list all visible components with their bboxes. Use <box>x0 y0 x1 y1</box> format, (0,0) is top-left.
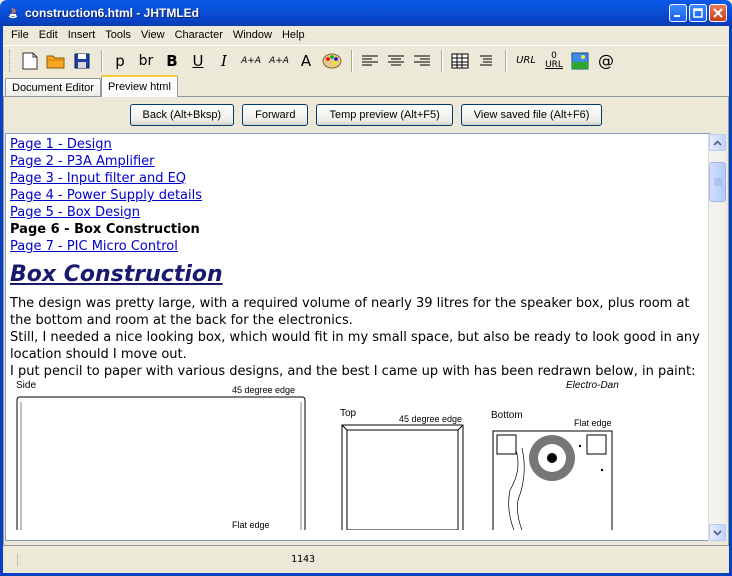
font-smaller-button[interactable]: A+A <box>266 49 292 73</box>
toolbar-grip[interactable] <box>9 49 12 72</box>
page-link-1[interactable]: Page 1 - Design <box>10 136 705 153</box>
bottom-label: Bottom <box>491 410 523 421</box>
menu-view[interactable]: View <box>137 29 171 41</box>
list-icon <box>480 55 492 65</box>
window-title: construction6.html - JHTMLEd <box>25 6 199 20</box>
anchor-bottom-label: URL <box>545 59 563 70</box>
menu-window[interactable]: Window <box>229 29 278 41</box>
insert-image-button[interactable] <box>568 49 592 73</box>
palette-icon <box>322 53 342 68</box>
forward-button[interactable]: Forward <box>242 104 309 126</box>
top-edge-label: 45 degree edge <box>399 414 463 424</box>
top-view-drawing <box>341 424 464 530</box>
line-break-button[interactable]: br <box>134 49 158 73</box>
paragraph: The design was pretty large, with a requ… <box>10 296 690 328</box>
editor-tabs: Document Editor Preview html <box>3 75 729 97</box>
insert-url-button[interactable]: URL <box>512 49 540 73</box>
page-link-5[interactable]: Page 5 - Box Design <box>10 204 705 221</box>
chevron-up-icon <box>713 139 722 146</box>
open-file-button[interactable] <box>44 49 68 73</box>
toolbar-separator <box>505 49 507 72</box>
new-file-icon <box>22 52 38 69</box>
page-link-2[interactable]: Page 2 - P3A Amplifier <box>10 153 705 170</box>
vertical-scrollbar[interactable] <box>708 134 726 541</box>
list-button[interactable] <box>474 49 498 73</box>
bottom-flat-label: Flat edge <box>574 418 612 428</box>
menu-character[interactable]: Character <box>171 29 229 41</box>
grip-icon <box>713 178 722 186</box>
menu-tools[interactable]: Tools <box>101 29 137 41</box>
top-label: Top <box>340 408 357 419</box>
open-folder-icon <box>46 55 65 68</box>
view-saved-file-button[interactable]: View saved file (Alt+F6) <box>460 104 603 126</box>
current-page-label: Page 6 - Box Construction <box>10 222 200 237</box>
html-preview-pane[interactable]: Page 1 - Design Page 2 - P3A Amplifier P… <box>5 133 710 541</box>
side-label: Side <box>16 380 37 391</box>
toolbar-separator <box>101 49 103 72</box>
menu-insert[interactable]: Insert <box>64 29 102 41</box>
back-button[interactable]: Back (Alt+Bksp) <box>129 104 235 126</box>
menu-bar: File Edit Insert Tools View Character Wi… <box>3 26 729 44</box>
cursor-position: 1143 <box>291 554 316 565</box>
side-view-drawing <box>16 396 306 530</box>
box-drawing-image: Side 45 degree edge Electro-Dan Flat edg… <box>10 380 705 530</box>
insert-anchor-button[interactable]: 0 URL <box>542 49 566 73</box>
maximize-button[interactable] <box>689 4 707 22</box>
title-bar[interactable]: construction6.html - JHTMLEd <box>0 0 732 26</box>
paragraph-button[interactable]: p <box>108 49 132 73</box>
tab-preview-html[interactable]: Preview html <box>100 75 178 97</box>
java-app-icon[interactable] <box>6 6 20 20</box>
table-icon <box>451 53 469 68</box>
bold-button[interactable]: B <box>160 49 184 73</box>
chevron-down-icon <box>713 529 722 536</box>
scroll-down-button[interactable] <box>709 524 726 541</box>
page-link-4[interactable]: Page 4 - Power Supply details <box>10 187 705 204</box>
table-button[interactable] <box>448 49 472 73</box>
minimize-button[interactable] <box>669 4 687 22</box>
align-center-button[interactable] <box>384 49 408 73</box>
side-edge-label: 45 degree edge <box>232 385 296 395</box>
menu-edit[interactable]: Edit <box>35 29 64 41</box>
font-button[interactable]: A <box>294 49 318 73</box>
status-bar: 1143 <box>3 546 729 573</box>
side-flat-label: Flat edge <box>232 520 270 530</box>
page-link-7[interactable]: Page 7 - PIC Micro Control <box>10 238 705 255</box>
save-disk-icon <box>74 53 90 68</box>
toolbar-separator <box>351 49 353 72</box>
signature-label: Electro-Dan <box>566 380 619 391</box>
toolbar-separator <box>441 49 443 72</box>
scroll-up-button[interactable] <box>709 134 726 151</box>
page-link-3[interactable]: Page 3 - Input filter and EQ <box>10 170 705 187</box>
italic-button[interactable]: I <box>212 49 236 73</box>
font-bigger-button[interactable]: A+A <box>238 49 264 73</box>
menu-help[interactable]: Help <box>278 29 311 41</box>
insert-email-button[interactable]: @ <box>594 49 618 73</box>
save-file-button[interactable] <box>70 49 94 73</box>
bottom-view-drawing <box>492 430 613 530</box>
paragraph: Still, I needed a nice looking box, whic… <box>10 330 700 362</box>
align-left-button[interactable] <box>358 49 382 73</box>
preview-nav-bar: Back (Alt+Bksp) Forward Temp preview (Al… <box>3 97 729 133</box>
paragraph: I put pencil to paper with various desig… <box>10 364 696 379</box>
menu-file[interactable]: File <box>7 29 35 41</box>
align-left-icon <box>362 55 378 65</box>
tab-document-editor[interactable]: Document Editor <box>5 78 101 97</box>
new-file-button[interactable] <box>18 49 42 73</box>
status-separator <box>17 554 18 566</box>
align-center-icon <box>388 55 404 65</box>
underline-button[interactable]: U <box>186 49 210 73</box>
toolbar: p br B U I A+A A+A A URL 0 URL @ <box>3 45 729 75</box>
image-icon <box>571 52 589 69</box>
minimize-icon <box>674 15 680 17</box>
close-icon <box>713 8 723 18</box>
close-button[interactable] <box>709 4 727 22</box>
maximize-icon <box>693 8 703 18</box>
align-right-button[interactable] <box>410 49 434 73</box>
align-right-icon <box>414 55 430 65</box>
page-heading: Box Construction <box>10 262 223 287</box>
temp-preview-button[interactable]: Temp preview (Alt+F5) <box>316 104 453 126</box>
color-button[interactable] <box>320 49 344 73</box>
scroll-thumb[interactable] <box>709 162 726 202</box>
